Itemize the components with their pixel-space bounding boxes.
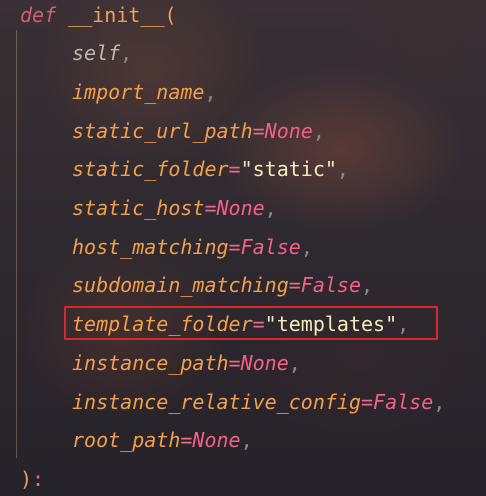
closing-line: ): bbox=[20, 464, 44, 494]
param-comma: , bbox=[433, 390, 446, 414]
param-name: static_host bbox=[72, 196, 205, 220]
param-comma: , bbox=[204, 80, 217, 104]
param-line-self: self, bbox=[72, 38, 132, 68]
param-name: instance_path bbox=[72, 351, 229, 375]
param-default-value: "static" bbox=[240, 157, 337, 181]
param-line-import-name: import_name, bbox=[72, 77, 217, 107]
param-equals: = bbox=[252, 312, 265, 336]
param-comma: , bbox=[397, 312, 410, 336]
param-name: self bbox=[72, 41, 121, 65]
colon: : bbox=[32, 467, 45, 491]
param-comma: , bbox=[336, 157, 349, 181]
param-name: host_matching bbox=[72, 235, 229, 259]
param-name: instance_relative_config bbox=[72, 390, 361, 414]
param-line-subdomain-matching: subdomain_matching=False, bbox=[72, 270, 373, 300]
param-name: root_path bbox=[72, 428, 181, 452]
open-paren: ( bbox=[164, 3, 177, 27]
param-line-static-folder: static_folder="static", bbox=[72, 154, 349, 184]
param-line-static-host: static_host=None, bbox=[72, 193, 277, 223]
param-comma: , bbox=[300, 235, 313, 259]
param-equals: = bbox=[228, 235, 241, 259]
param-name: subdomain_matching bbox=[72, 273, 289, 297]
param-line-host-matching: host_matching=False, bbox=[72, 232, 313, 262]
param-default-value: False bbox=[240, 235, 301, 259]
param-line-template-folder: template_folder="templates", bbox=[72, 309, 409, 339]
param-equals: = bbox=[228, 351, 241, 375]
param-default-value: "templates" bbox=[264, 312, 398, 336]
close-paren: ) bbox=[20, 467, 33, 491]
param-comma: , bbox=[361, 273, 374, 297]
param-default-value: False bbox=[300, 273, 362, 297]
param-equals: = bbox=[204, 196, 217, 220]
param-name: import_name bbox=[72, 80, 205, 104]
param-line-root-path: root_path=None, bbox=[72, 425, 253, 455]
param-line-static-url-path: static_url_path=None, bbox=[72, 116, 325, 146]
param-name: static_url_path bbox=[72, 119, 253, 143]
function-signature-line: def __init__( bbox=[20, 0, 177, 30]
param-equals: = bbox=[360, 390, 374, 414]
param-default-value: None bbox=[264, 119, 313, 143]
param-comma: , bbox=[240, 428, 253, 452]
code-editor[interactable]: def __init__( self, import_name, static_… bbox=[0, 0, 486, 496]
function-name: __init__ bbox=[68, 3, 165, 27]
indent-guide bbox=[16, 30, 17, 458]
param-default-value: None bbox=[240, 351, 289, 375]
param-comma: , bbox=[264, 196, 277, 220]
param-comma: , bbox=[120, 41, 133, 65]
param-default-value: None bbox=[192, 428, 241, 452]
param-name: static_folder bbox=[72, 157, 229, 181]
def-keyword: def bbox=[20, 3, 57, 27]
param-equals: = bbox=[288, 273, 301, 297]
param-line-instance-relative-config: instance_relative_config=False, bbox=[72, 387, 445, 417]
param-equals: = bbox=[228, 157, 241, 181]
param-comma: , bbox=[312, 119, 325, 143]
param-default-value: None bbox=[216, 196, 265, 220]
param-default-value: False bbox=[373, 390, 434, 414]
param-equals: = bbox=[252, 119, 265, 143]
param-comma: , bbox=[288, 351, 301, 375]
param-equals: = bbox=[180, 428, 193, 452]
param-line-instance-path: instance_path=None, bbox=[72, 348, 301, 378]
param-name: template_folder bbox=[72, 312, 253, 336]
